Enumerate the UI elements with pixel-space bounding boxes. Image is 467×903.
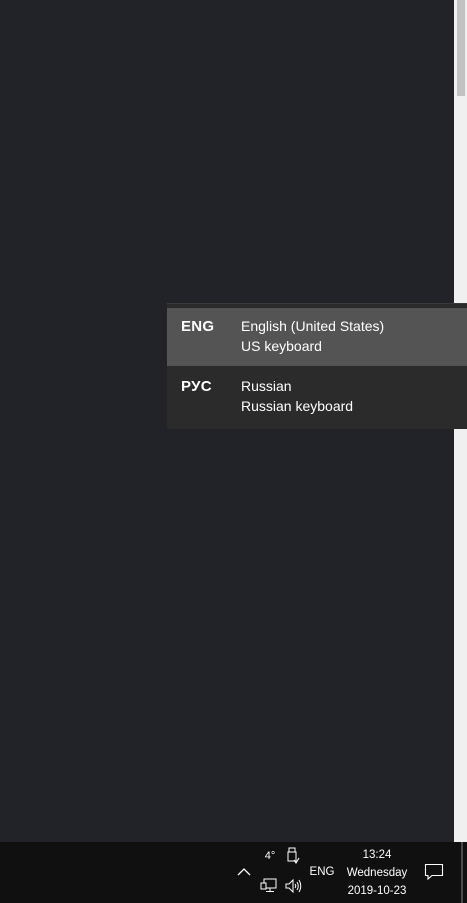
language-name: English (United States) bbox=[241, 318, 385, 334]
taskbar: 4° ENG 13:24 Wednesday 2019-10-23 bbox=[0, 842, 467, 903]
weather-temperature[interactable]: 4° bbox=[260, 848, 280, 864]
input-language-indicator[interactable]: ENG bbox=[306, 862, 338, 882]
notifications-icon[interactable] bbox=[422, 861, 446, 883]
language-item-russian[interactable]: РУС Russian Russian keyboard bbox=[167, 368, 467, 426]
language-flyout: ENG English (United States) US keyboard … bbox=[167, 303, 467, 429]
language-code: ENG bbox=[181, 318, 215, 335]
language-item-english[interactable]: ENG English (United States) US keyboard bbox=[167, 308, 467, 366]
keyboard-layout: US keyboard bbox=[241, 338, 322, 354]
language-description: Russian Russian keyboard bbox=[241, 376, 467, 416]
clock-date: 2019-10-23 bbox=[347, 885, 407, 897]
chevron-up-icon[interactable] bbox=[235, 863, 253, 881]
usb-safely-remove-icon[interactable] bbox=[284, 846, 302, 866]
keyboard-layout: Russian keyboard bbox=[241, 398, 354, 414]
clock-time: 13:24 bbox=[362, 849, 392, 861]
scrollbar-thumb[interactable] bbox=[457, 0, 465, 96]
volume-icon[interactable] bbox=[283, 877, 303, 895]
clock[interactable]: 13:24 Wednesday 2019-10-23 bbox=[340, 845, 414, 901]
show-desktop-button[interactable] bbox=[461, 842, 463, 903]
network-icon[interactable] bbox=[259, 877, 279, 895]
language-code: РУС bbox=[181, 378, 212, 395]
clock-day: Wednesday bbox=[346, 867, 408, 879]
language-name: Russian bbox=[241, 378, 292, 394]
language-description: English (United States) US keyboard bbox=[241, 316, 467, 356]
